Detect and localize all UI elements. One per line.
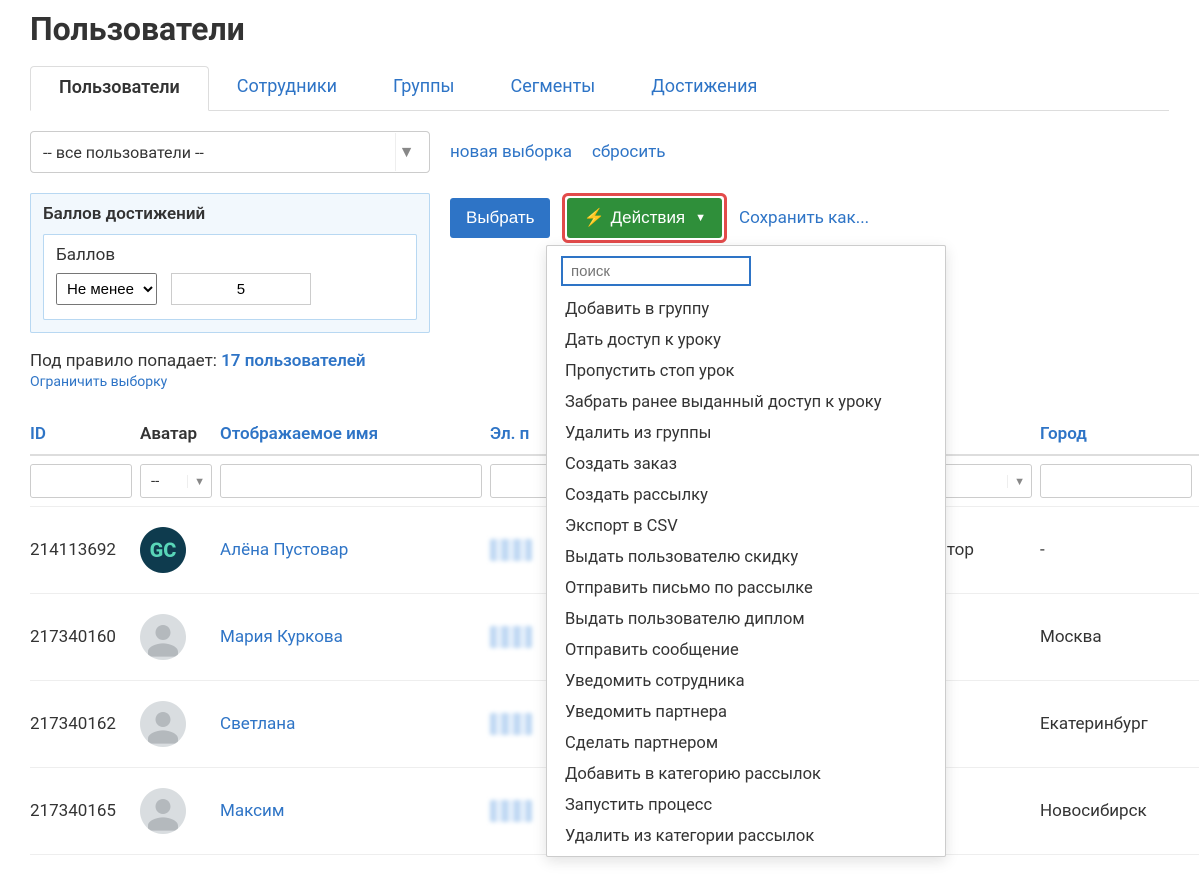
actions-button-highlight: ⚡ Действия ▼ [562, 193, 727, 243]
actions-dropdown-item[interactable]: Запустить процесс [547, 790, 945, 821]
tab-3[interactable]: Сегменты [483, 66, 624, 110]
user-name-link[interactable]: Светлана [220, 714, 295, 734]
select-button[interactable]: Выбрать [450, 198, 550, 238]
actions-dropdown-item[interactable]: Выдать пользователю скидку [547, 542, 945, 573]
achievement-value-input[interactable] [171, 273, 311, 305]
actions-dropdown-item[interactable]: Уведомить партнера [547, 697, 945, 728]
achievement-operator-select[interactable]: Не менее [56, 273, 157, 305]
redacted-email [490, 539, 532, 561]
cell-name: Максим [220, 768, 490, 855]
redacted-email [490, 713, 532, 735]
actions-dropdown-item[interactable]: Удалить из категории рассылок [547, 821, 945, 852]
chevron-down-icon: ▼ [695, 212, 706, 224]
tabs: ПользователиСотрудникиГруппыСегментыДост… [30, 66, 1169, 111]
actions-search-input[interactable] [561, 256, 751, 286]
cell-id: 214113692 [30, 507, 140, 594]
cell-avatar [140, 681, 220, 768]
cell-id: 217340165 [30, 768, 140, 855]
user-name-link[interactable]: Мария Куркова [220, 627, 343, 647]
actions-dropdown-item[interactable]: Выдать пользователю диплом [547, 604, 945, 635]
tab-0[interactable]: Пользователи [30, 66, 209, 111]
cell-name: Мария Куркова [220, 594, 490, 681]
all-users-select-text: -- все пользователи -- [43, 143, 204, 162]
actions-dropdown-item[interactable]: Дать доступ к уроку [547, 325, 945, 356]
tab-1[interactable]: Сотрудники [209, 66, 365, 110]
cell-avatar [140, 768, 220, 855]
actions-dropdown-item[interactable]: Создать рассылку [547, 480, 945, 511]
col-city[interactable]: Город [1040, 414, 1199, 455]
actions-dropdown-item[interactable]: Отправить сообщение [547, 635, 945, 666]
new-selection-link[interactable]: новая выборка [450, 142, 572, 162]
col-name[interactable]: Отображаемое имя [220, 414, 490, 455]
cell-avatar [140, 594, 220, 681]
avatar [140, 614, 186, 660]
cell-name: Алёна Пустовар [220, 507, 490, 594]
actions-dropdown-item[interactable]: Сделать партнером [547, 728, 945, 759]
chevron-down-icon: ▼ [1007, 475, 1025, 488]
col-id[interactable]: ID [30, 414, 140, 455]
filter-avatar-select[interactable]: -- ▼ [140, 464, 212, 498]
tab-2[interactable]: Группы [365, 66, 483, 110]
redacted-email [490, 800, 532, 822]
filter-city-input[interactable] [1040, 464, 1192, 498]
user-name-link[interactable]: Алёна Пустовар [220, 540, 348, 560]
filter-id-input[interactable] [30, 464, 132, 498]
avatar: GC [140, 527, 186, 573]
actions-button[interactable]: ⚡ Действия ▼ [567, 198, 722, 238]
actions-dropdown-items: Добавить в группуДать доступ к урокуПроп… [547, 294, 945, 852]
achievement-field-label: Баллов [56, 245, 404, 265]
cell-avatar: GC [140, 507, 220, 594]
chevron-down-icon: ▼ [187, 475, 205, 488]
match-count-link[interactable]: 17 пользователей [221, 351, 366, 371]
cell-id: 217340160 [30, 594, 140, 681]
all-users-select[interactable]: -- все пользователи -- ▼ [30, 131, 430, 173]
actions-dropdown-item[interactable]: Отправить письмо по рассылке [547, 573, 945, 604]
actions-dropdown: Добавить в группуДать доступ к урокуПроп… [546, 245, 946, 857]
page-title: Пользователи [30, 10, 1169, 48]
limit-selection-link[interactable]: Ограничить выборку [30, 374, 167, 390]
actions-dropdown-item[interactable]: Экспорт в CSV [547, 511, 945, 542]
user-name-link[interactable]: Максим [220, 801, 284, 821]
lightning-icon: ⚡ [583, 208, 604, 228]
achievement-panel-title: Баллов достижений [43, 204, 417, 224]
cell-city: Екатеринбург [1040, 681, 1199, 768]
actions-dropdown-item[interactable]: Создать заказ [547, 449, 945, 480]
chevron-down-icon: ▼ [395, 133, 417, 171]
avatar [140, 701, 186, 747]
actions-dropdown-item[interactable]: Забрать ранее выданный доступ к уроку [547, 387, 945, 418]
cell-city: Москва [1040, 594, 1199, 681]
cell-id: 217340162 [30, 681, 140, 768]
actions-dropdown-item[interactable]: Добавить в группу [547, 294, 945, 325]
col-avatar: Аватар [140, 414, 220, 455]
save-as-link[interactable]: Сохранить как... [739, 208, 869, 228]
achievement-filter-panel: Баллов достижений Баллов Не менее [30, 193, 430, 333]
redacted-email [490, 626, 532, 648]
cell-name: Светлана [220, 681, 490, 768]
actions-dropdown-item[interactable]: Добавить в категорию рассылок [547, 759, 945, 790]
avatar [140, 788, 186, 834]
cell-city: - [1040, 507, 1199, 594]
reset-link[interactable]: сбросить [592, 142, 666, 162]
cell-city: Новосибирск [1040, 768, 1199, 855]
actions-dropdown-item[interactable]: Удалить из группы [547, 418, 945, 449]
actions-dropdown-item[interactable]: Уведомить сотрудника [547, 666, 945, 697]
tab-4[interactable]: Достижения [623, 66, 785, 110]
filter-name-input[interactable] [220, 464, 482, 498]
actions-dropdown-item[interactable]: Пропустить стоп урок [547, 356, 945, 387]
